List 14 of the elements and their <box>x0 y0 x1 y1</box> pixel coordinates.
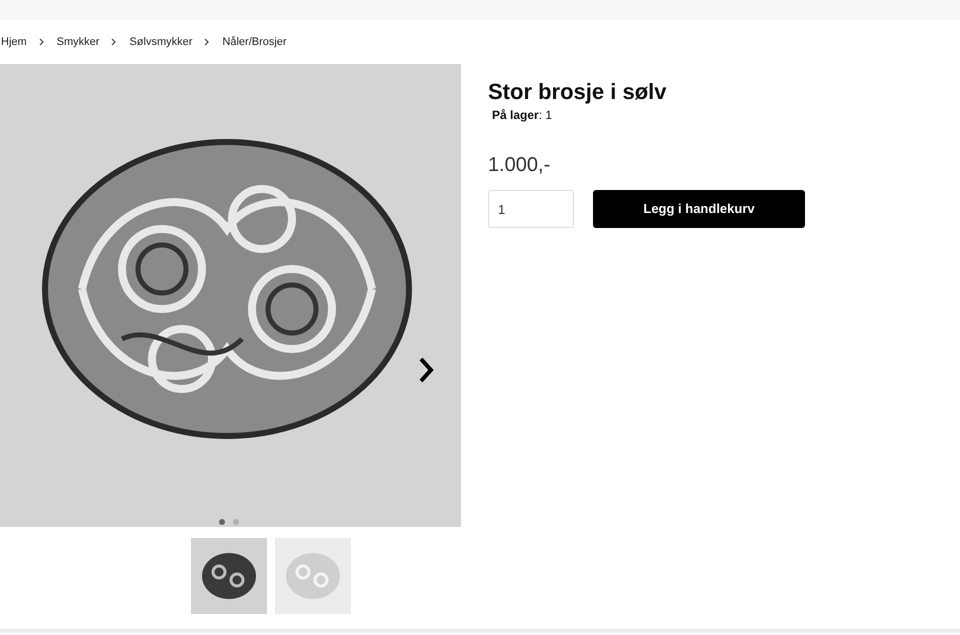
quantity-field[interactable]: 1 <box>488 190 574 228</box>
product-price: 1.000,- <box>488 153 552 178</box>
breadcrumb-link[interactable]: Sølvsmykker <box>129 34 192 50</box>
thumbnail-image[interactable] <box>191 538 267 614</box>
product-title: Stor brosje i sølv <box>488 78 668 106</box>
add-to-cart-button[interactable]: Legg i handlekurv <box>593 190 805 228</box>
stock-status: På lager: 1 <box>491 107 554 124</box>
chevron-icon <box>38 38 45 46</box>
breadcrumb-link[interactable]: Nåler/Brosjer <box>222 34 287 50</box>
thumbnail-image[interactable] <box>275 538 351 614</box>
breadcrumb-link[interactable]: Hjem <box>1 34 27 50</box>
breadcrumb-link[interactable]: Smykker <box>56 34 100 50</box>
chevron-icon <box>204 38 210 46</box>
chevron-icon <box>111 38 118 46</box>
